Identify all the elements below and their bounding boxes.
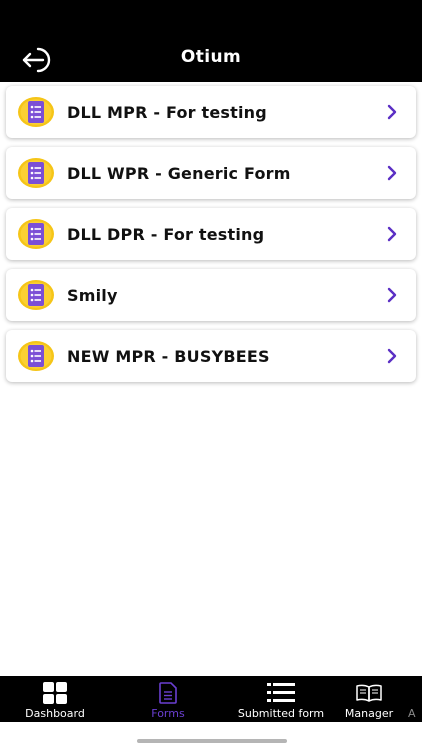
forms-list: DLL MPR - For testing DLL WPR - Generic … [6,86,416,391]
app-header: Otium [0,0,422,82]
tab-label: Forms [151,707,185,720]
chevron-right-icon [387,165,397,181]
chevron-right-icon [387,287,397,303]
bottom-tab-bar: Dashboard Forms Submitted form Manager A [0,676,422,722]
page-title: Otium [180,47,242,67]
tab-partial[interactable]: A [408,676,422,722]
form-title: DLL DPR - For testing [67,224,265,244]
tab-label: A [408,707,416,720]
list-icon [267,682,295,704]
form-document-icon [17,157,55,189]
home-indicator [137,739,287,743]
tab-label: Dashboard [25,707,85,720]
form-title: DLL WPR - Generic Form [67,163,291,183]
dashboard-grid-icon [42,682,68,704]
form-list-item[interactable]: DLL DPR - For testing [6,208,416,260]
form-document-icon [17,279,55,311]
tab-forms[interactable]: Forms [138,676,198,722]
tab-dashboard[interactable]: Dashboard [14,676,96,722]
form-list-item[interactable]: DLL MPR - For testing [6,86,416,138]
form-title: Smily [67,285,118,305]
form-title: DLL MPR - For testing [67,102,267,122]
form-list-item[interactable]: Smily [6,269,416,321]
forms-document-icon [158,682,178,704]
tab-label: Manager [344,707,394,720]
form-document-icon [17,218,55,250]
chevron-right-icon [387,348,397,364]
form-title: NEW MPR - BUSYBEES [67,346,270,366]
book-icon [356,682,382,704]
tab-submitted-form[interactable]: Submitted form [228,676,334,722]
form-document-icon [17,340,55,372]
tab-manager[interactable]: Manager [341,676,397,722]
form-list-item[interactable]: DLL WPR - Generic Form [6,147,416,199]
tab-icon-placeholder [408,682,418,704]
chevron-right-icon [387,226,397,242]
form-document-icon [17,96,55,128]
chevron-right-icon [387,104,397,120]
form-list-item[interactable]: NEW MPR - BUSYBEES [6,330,416,382]
home-indicator-area [0,722,422,750]
tab-label: Submitted form [237,707,325,720]
